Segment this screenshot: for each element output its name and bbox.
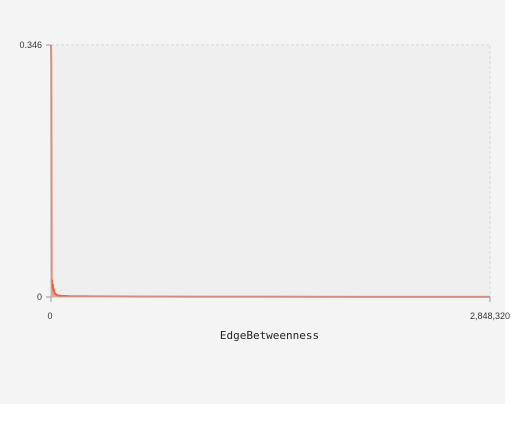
y-tick-label-top: 0.346 [19,40,42,50]
plot-area [50,44,491,298]
x-tick-label-end: 2,848,320 [470,311,510,321]
y-tick-label-bottom: 0 [37,292,42,302]
x-tick-label-start: 0 [47,311,52,321]
area-chart: 0.346 00 2,848,320 EdgeBetweenness [19,40,510,342]
x-axis-title: EdgeBetweenness [220,329,319,342]
